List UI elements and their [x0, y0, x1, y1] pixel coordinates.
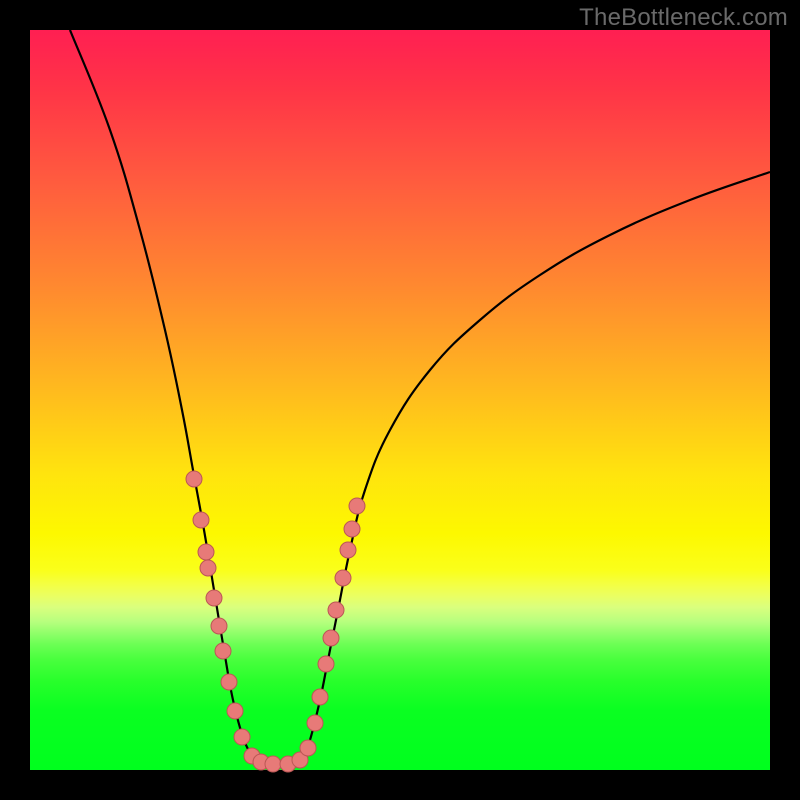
data-dot: [193, 512, 209, 528]
data-dot: [312, 689, 328, 705]
gradient-plot-area: [30, 30, 770, 770]
data-dot: [198, 544, 214, 560]
data-dot: [300, 740, 316, 756]
chart-frame: TheBottleneck.com: [0, 0, 800, 800]
data-dot: [215, 643, 231, 659]
data-dot: [221, 674, 237, 690]
data-dot: [206, 590, 222, 606]
data-dot: [234, 729, 250, 745]
data-dot: [340, 542, 356, 558]
data-dot: [344, 521, 360, 537]
watermark-text: TheBottleneck.com: [579, 4, 788, 32]
data-dot: [349, 498, 365, 514]
data-dot: [323, 630, 339, 646]
data-dot: [227, 703, 243, 719]
data-dot: [265, 756, 281, 772]
curve-right-branch: [302, 172, 770, 761]
data-dot: [307, 715, 323, 731]
data-dot: [211, 618, 227, 634]
data-dot: [200, 560, 216, 576]
data-dot: [186, 471, 202, 487]
data-dot: [335, 570, 351, 586]
data-dot: [328, 602, 344, 618]
data-dots-group: [186, 471, 365, 772]
bottleneck-curve-svg: [30, 30, 770, 770]
data-dot: [318, 656, 334, 672]
